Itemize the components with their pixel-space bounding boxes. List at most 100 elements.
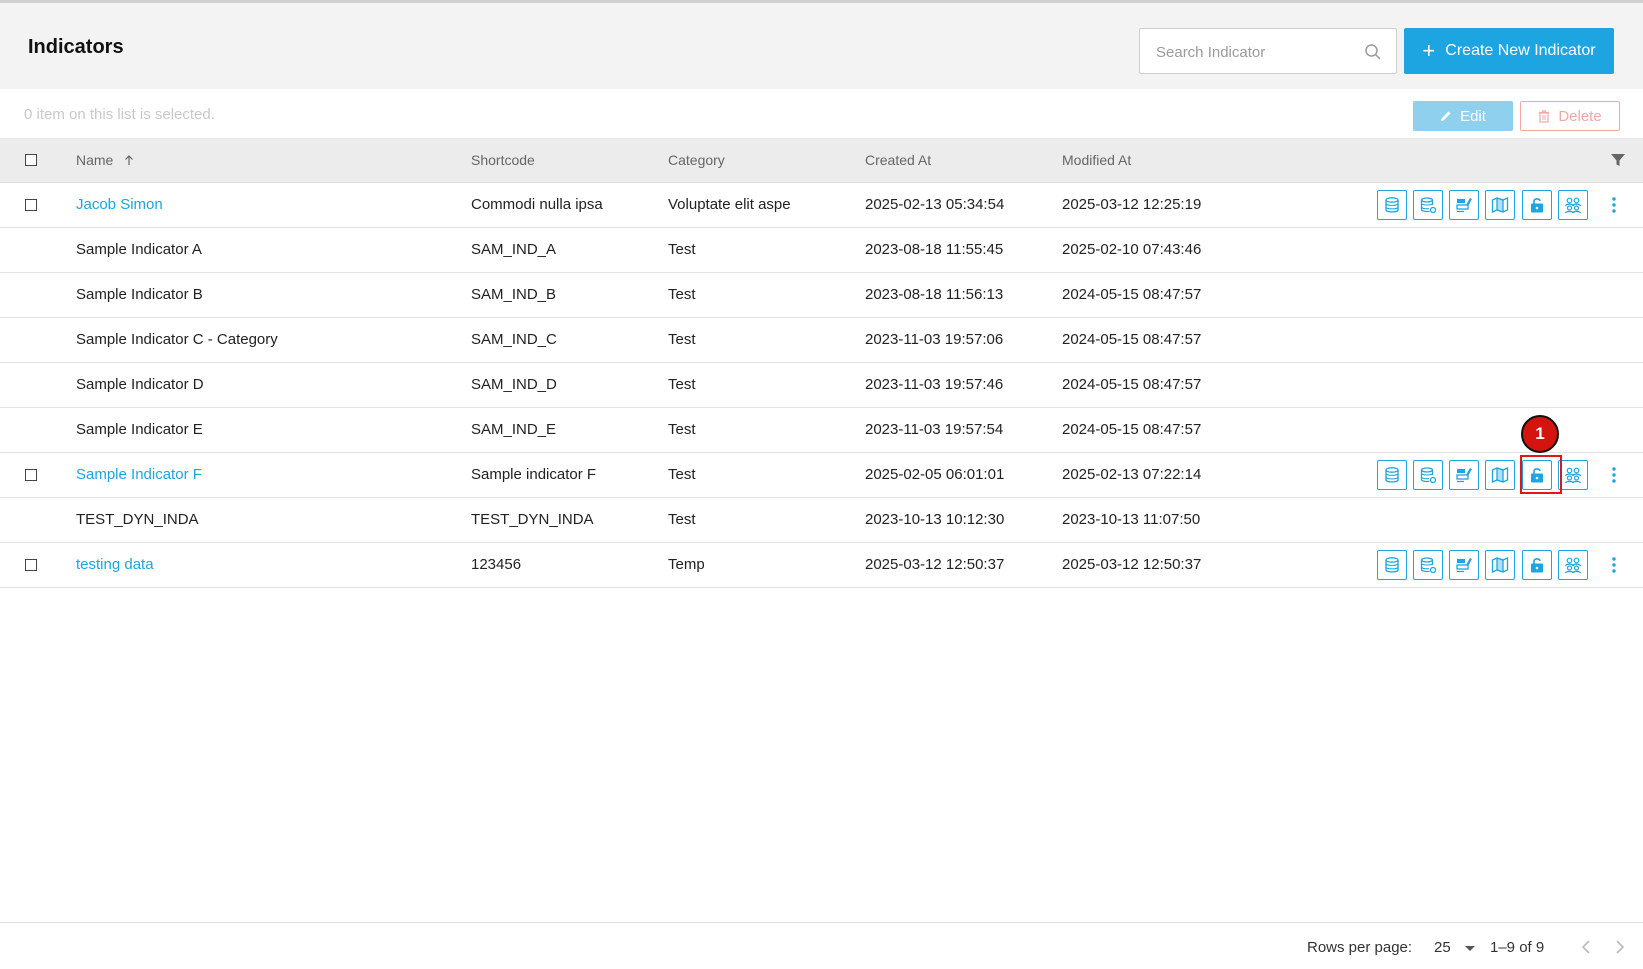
- sort-ascending-icon[interactable]: [123, 154, 135, 166]
- page-header: Indicators + Create New Indicator: [0, 3, 1643, 89]
- database-icon: [1385, 467, 1399, 483]
- table-row[interactable]: TEST_DYN_INDA TEST_DYN_INDA Test 2023-10-13…: [0, 498, 1643, 543]
- search-box[interactable]: [1139, 28, 1397, 74]
- more-vertical-icon[interactable]: [1611, 466, 1617, 484]
- selection-status: 0 item on this list is selected.: [24, 106, 215, 123]
- database-button[interactable]: [1377, 460, 1407, 490]
- table-row[interactable]: Sample Indicator F Sample indicator F Test…: [0, 453, 1643, 498]
- more-vertical-icon[interactable]: [1611, 556, 1617, 574]
- lock-open-icon: [1531, 198, 1543, 213]
- cell-created-at: 2023-11-03 19:57:54: [865, 421, 1004, 438]
- column-header-shortcode[interactable]: Shortcode: [471, 152, 535, 168]
- lock-open-button[interactable]: [1522, 550, 1552, 580]
- indicator-name: Sample Indicator B: [76, 286, 203, 303]
- table-row[interactable]: Sample Indicator A SAM_IND_A Test 2023-08-1…: [0, 228, 1643, 273]
- cell-created-at: 2023-08-18 11:56:13: [865, 286, 1004, 303]
- chart-edit-icon: [1456, 468, 1472, 483]
- table-row[interactable]: Jacob Simon Commodi nulla ipsa Voluptate e…: [0, 183, 1643, 228]
- chart-edit-icon: [1456, 558, 1472, 573]
- delete-button[interactable]: Delete: [1520, 101, 1620, 131]
- cell-modified-at: 2023-10-13 11:07:50: [1062, 511, 1201, 528]
- cell-category: Voluptate elit aspe: [668, 196, 791, 213]
- cell-modified-at: 2025-02-10 07:43:46: [1062, 241, 1202, 258]
- row-checkbox[interactable]: [25, 199, 37, 211]
- column-header-created-at[interactable]: Created At: [865, 152, 931, 168]
- cell-shortcode: Sample indicator F: [471, 466, 597, 483]
- cell-shortcode: TEST_DYN_INDA: [471, 511, 594, 528]
- indicator-name-link[interactable]: testing data: [76, 556, 154, 573]
- filter-icon[interactable]: [1610, 152, 1626, 168]
- more-vertical-icon[interactable]: [1611, 196, 1617, 214]
- column-header-name[interactable]: Name: [76, 152, 135, 168]
- cell-category: Test: [668, 376, 696, 393]
- table-header: Name Shortcode Category Created At Modif…: [0, 138, 1643, 183]
- pagination-range: 1–9 of 9: [1490, 939, 1545, 956]
- lock-open-button[interactable]: [1522, 460, 1552, 490]
- chart-edit-icon: [1456, 198, 1472, 213]
- cell-shortcode: SAM_IND_E: [471, 421, 557, 438]
- search-input[interactable]: [1156, 41, 1356, 63]
- table-row[interactable]: Sample Indicator C - Category SAM_IND_C Te…: [0, 318, 1643, 363]
- cell-modified-at: 2025-03-12 12:25:19: [1062, 196, 1202, 213]
- cell-modified-at: 2025-02-13 07:22:14: [1062, 466, 1202, 483]
- table-row[interactable]: testing data 123456 Temp 2025-03-12 12:50:3…: [0, 543, 1643, 588]
- database-settings-button[interactable]: [1413, 190, 1443, 220]
- table-row[interactable]: Sample Indicator B SAM_IND_B Test 2023-08-1…: [0, 273, 1643, 318]
- search-icon[interactable]: [1364, 43, 1382, 61]
- map-button[interactable]: [1485, 460, 1515, 490]
- users-button[interactable]: [1558, 550, 1588, 580]
- rows-per-page-select[interactable]: 25: [1434, 939, 1451, 956]
- users-button[interactable]: [1558, 190, 1588, 220]
- column-header-modified-at[interactable]: Modified At: [1062, 152, 1131, 168]
- database-icon: [1385, 197, 1399, 213]
- database-settings-button[interactable]: [1413, 550, 1443, 580]
- lock-open-button[interactable]: [1522, 190, 1552, 220]
- select-all-checkbox[interactable]: [25, 154, 37, 166]
- caret-down-icon[interactable]: [1465, 946, 1475, 951]
- cell-category: Temp: [668, 556, 705, 573]
- page-title: Indicators: [28, 36, 124, 58]
- edit-button[interactable]: Edit: [1413, 101, 1513, 131]
- map-icon: [1491, 556, 1509, 574]
- cell-created-at: 2025-03-12 12:50:37: [865, 556, 1005, 573]
- cell-created-at: 2025-02-05 06:01:01: [865, 466, 1005, 483]
- cell-shortcode: SAM_IND_C: [471, 331, 557, 348]
- users-button[interactable]: [1558, 460, 1588, 490]
- database-button[interactable]: [1377, 190, 1407, 220]
- indicator-name-link[interactable]: Jacob Simon: [76, 196, 163, 213]
- database-settings-button[interactable]: [1413, 460, 1443, 490]
- map-button[interactable]: [1485, 190, 1515, 220]
- database-button[interactable]: [1377, 550, 1407, 580]
- lock-open-icon: [1531, 558, 1543, 573]
- create-indicator-button[interactable]: + Create New Indicator: [1404, 28, 1614, 74]
- row-checkbox[interactable]: [25, 559, 37, 571]
- annotation-marker: 1: [1521, 415, 1559, 453]
- cell-modified-at: 2024-05-15 08:47:57: [1062, 331, 1202, 348]
- indicator-name-link[interactable]: Sample Indicator F: [76, 466, 202, 483]
- column-name-label: Name: [76, 152, 114, 168]
- cell-shortcode: SAM_IND_D: [471, 376, 557, 393]
- chart-edit-button[interactable]: [1449, 550, 1479, 580]
- selection-bar: 0 item on this list is selected.: [0, 89, 1643, 138]
- cell-category: Test: [668, 241, 696, 258]
- database-icon: [1385, 557, 1399, 573]
- cell-shortcode: SAM_IND_B: [471, 286, 557, 303]
- cell-category: Test: [668, 511, 696, 528]
- chevron-left-icon[interactable]: [1578, 938, 1594, 956]
- cell-modified-at: 2024-05-15 08:47:57: [1062, 376, 1202, 393]
- table-row[interactable]: Sample Indicator D SAM_IND_D Test 2023-11-0…: [0, 363, 1643, 408]
- map-button[interactable]: [1485, 550, 1515, 580]
- users-icon: [1564, 557, 1582, 574]
- table-row[interactable]: Sample Indicator E SAM_IND_E Test 2023-11-0…: [0, 408, 1643, 453]
- chart-edit-button[interactable]: [1449, 460, 1479, 490]
- plus-icon: +: [1422, 38, 1436, 63]
- indicator-name: Sample Indicator E: [76, 421, 203, 438]
- create-indicator-label: Create New Indicator: [1445, 42, 1596, 59]
- chevron-right-icon[interactable]: [1612, 938, 1628, 956]
- indicator-name: TEST_DYN_INDA: [76, 511, 199, 528]
- column-header-category[interactable]: Category: [668, 152, 725, 168]
- chart-edit-button[interactable]: [1449, 190, 1479, 220]
- row-checkbox[interactable]: [25, 469, 37, 481]
- cell-created-at: 2023-08-18 11:55:45: [865, 241, 1004, 258]
- cell-shortcode: Commodi nulla ipsa: [471, 196, 603, 213]
